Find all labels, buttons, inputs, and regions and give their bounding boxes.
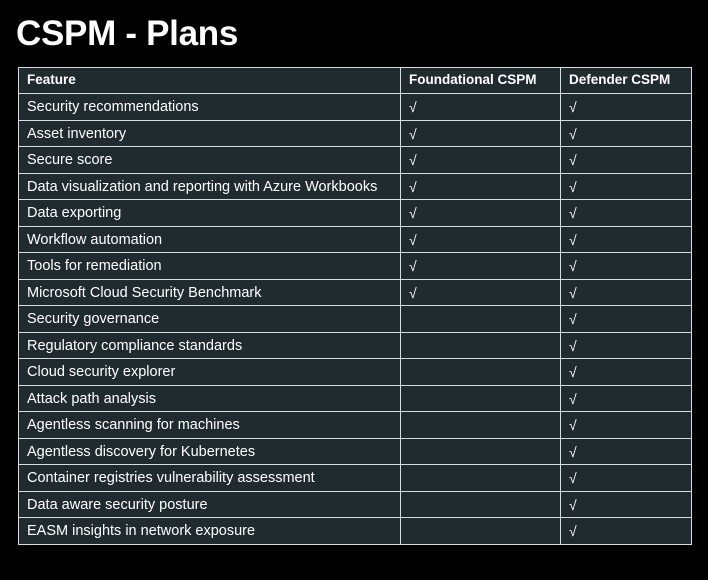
foundational-check-cell: √	[400, 93, 561, 121]
table-row: Secure score √ √	[18, 146, 692, 174]
defender-check-cell: √	[560, 437, 692, 465]
defender-check-cell: √	[560, 517, 692, 545]
defender-check-cell: √	[560, 278, 692, 306]
defender-check-cell: √	[560, 252, 692, 280]
table-row: Regulatory compliance standards √	[18, 331, 692, 359]
foundational-check-cell	[400, 437, 561, 465]
feature-cell: Tools for remediation	[18, 252, 401, 280]
defender-check-cell: √	[560, 172, 692, 200]
foundational-check-cell	[400, 384, 561, 412]
table-row: EASM insights in network exposure √	[18, 517, 692, 545]
feature-cell: Workflow automation	[18, 225, 401, 253]
feature-cell: Security governance	[18, 305, 401, 333]
foundational-check-cell: √	[400, 172, 561, 200]
feature-cell: Agentless scanning for machines	[18, 411, 401, 439]
foundational-check-cell: √	[400, 225, 561, 253]
defender-check-cell: √	[560, 464, 692, 492]
foundational-check-cell: √	[400, 146, 561, 174]
feature-cell: Agentless discovery for Kubernetes	[18, 437, 401, 465]
foundational-check-cell	[400, 305, 561, 333]
table-row: Workflow automation √ √	[18, 225, 692, 253]
header-foundational-cspm: Foundational CSPM	[400, 67, 561, 94]
feature-cell: EASM insights in network exposure	[18, 517, 401, 545]
foundational-check-cell	[400, 411, 561, 439]
header-feature: Feature	[18, 67, 401, 94]
foundational-check-cell: √	[400, 278, 561, 306]
defender-check-cell: √	[560, 384, 692, 412]
foundational-check-cell: √	[400, 119, 561, 147]
feature-cell: Data aware security posture	[18, 490, 401, 518]
feature-cell: Security recommendations	[18, 93, 401, 121]
feature-cell: Data exporting	[18, 199, 401, 227]
foundational-check-cell	[400, 331, 561, 359]
defender-check-cell: √	[560, 411, 692, 439]
table-row: Security recommendations √ √	[18, 93, 692, 121]
defender-check-cell: √	[560, 199, 692, 227]
defender-check-cell: √	[560, 331, 692, 359]
feature-cell: Regulatory compliance standards	[18, 331, 401, 359]
defender-check-cell: √	[560, 119, 692, 147]
feature-cell: Microsoft Cloud Security Benchmark	[18, 278, 401, 306]
table-row: Agentless discovery for Kubernetes √	[18, 437, 692, 465]
table-row: Cloud security explorer √	[18, 358, 692, 386]
table-row: Data aware security posture √	[18, 490, 692, 518]
defender-check-cell: √	[560, 225, 692, 253]
table-row: Data visualization and reporting with Az…	[18, 172, 692, 200]
foundational-check-cell	[400, 517, 561, 545]
table-row: Microsoft Cloud Security Benchmark √ √	[18, 278, 692, 306]
table-row: Data exporting √ √	[18, 199, 692, 227]
page-title: CSPM - Plans	[16, 14, 239, 53]
header-defender-cspm: Defender CSPM	[560, 67, 692, 94]
plans-table: Feature Foundational CSPM Defender CSPM …	[18, 67, 692, 545]
table-row: Asset inventory √ √	[18, 119, 692, 147]
table-row: Security governance √	[18, 305, 692, 333]
foundational-check-cell	[400, 490, 561, 518]
feature-cell: Container registries vulnerability asses…	[18, 464, 401, 492]
foundational-check-cell: √	[400, 199, 561, 227]
feature-cell: Asset inventory	[18, 119, 401, 147]
foundational-check-cell	[400, 358, 561, 386]
defender-check-cell: √	[560, 358, 692, 386]
foundational-check-cell: √	[400, 252, 561, 280]
defender-check-cell: √	[560, 305, 692, 333]
defender-check-cell: √	[560, 490, 692, 518]
feature-cell: Attack path analysis	[18, 384, 401, 412]
table-row: Container registries vulnerability asses…	[18, 464, 692, 492]
table-header-row: Feature Foundational CSPM Defender CSPM	[18, 67, 692, 94]
feature-cell: Cloud security explorer	[18, 358, 401, 386]
defender-check-cell: √	[560, 146, 692, 174]
feature-cell: Data visualization and reporting with Az…	[18, 172, 401, 200]
foundational-check-cell	[400, 464, 561, 492]
table-row: Attack path analysis √	[18, 384, 692, 412]
feature-cell: Secure score	[18, 146, 401, 174]
table-row: Agentless scanning for machines √	[18, 411, 692, 439]
defender-check-cell: √	[560, 93, 692, 121]
table-row: Tools for remediation √ √	[18, 252, 692, 280]
